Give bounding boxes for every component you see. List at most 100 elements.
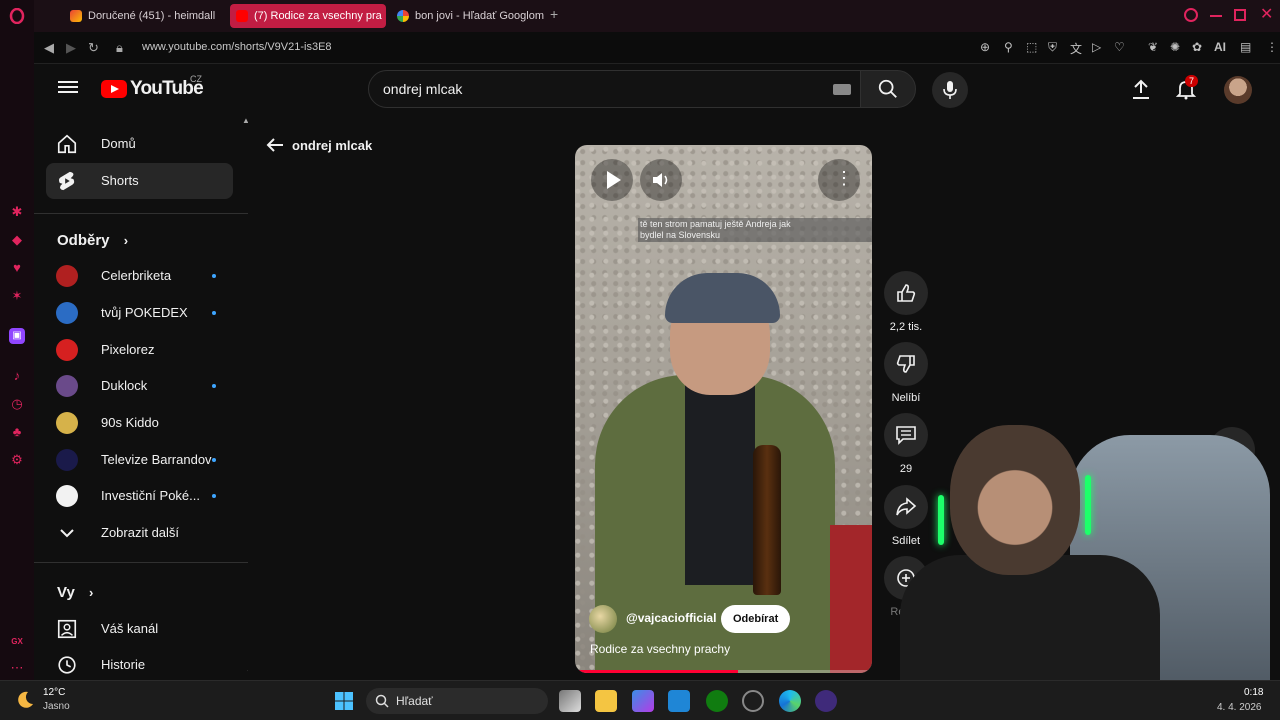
search-tabs-icon[interactable] [1184,8,1198,22]
subscriptions-heading[interactable]: Odběry › [57,232,128,249]
twitch-icon[interactable]: ▣ [9,328,25,344]
file-explorer-icon[interactable] [595,690,617,712]
subscription-item[interactable]: Investiční Poké... [46,478,233,514]
gmail-icon [70,10,82,22]
store-icon[interactable] [632,690,654,712]
progress-bar[interactable] [575,670,872,673]
scroll-down-icon[interactable]: ▼ [246,668,248,677]
chevron-right-icon: › [88,585,94,600]
channel-avatar[interactable] [589,605,617,633]
edge-icon[interactable] [779,690,801,712]
subscription-item[interactable]: Celerbriketa [46,258,233,294]
shield-icon[interactable]: ⛨ [1048,40,1057,55]
webcam-frame [1085,475,1091,535]
windows-start-icon[interactable] [334,691,354,711]
sidebar-app-icon[interactable]: ◆ [9,232,25,248]
taskbar-search[interactable]: Hľadať [366,688,548,714]
translate-icon[interactable]: 文 [1070,40,1082,57]
subscription-item[interactable]: Pixelorez [46,332,233,368]
weather-moon-icon[interactable] [14,689,36,711]
zoom-icon[interactable]: ⊕ [980,40,990,54]
left-navigation: ▲ Domů Shorts Odběry › Celerbriketa tvůj… [34,116,248,680]
hamburger-menu-icon[interactable] [58,78,78,98]
more-options-button[interactable]: ⋮ [818,159,860,201]
keyboard-icon[interactable] [833,84,851,95]
scroll-up-icon[interactable]: ▲ [242,116,248,125]
new-tab-button[interactable]: + [550,6,558,22]
back-icon[interactable]: ◀ [44,40,54,56]
heart-icon[interactable]: ♡ [1114,40,1125,54]
lock-icon: 🔒︎ [116,40,123,55]
back-label: ondrej mlcak [292,138,373,153]
nav-item-shorts[interactable]: Shorts [46,163,233,199]
minimize-icon[interactable] [1210,15,1222,17]
settings-icon[interactable]: ⚙ [9,452,25,468]
youtube-logo-icon[interactable] [101,80,127,98]
video-title[interactable]: Rodice za vsechny prachy [590,642,730,656]
xbox-icon[interactable] [706,690,728,712]
subscribe-button[interactable]: Odebírat [721,605,791,633]
play-button[interactable] [591,159,633,201]
user-avatar[interactable] [1224,76,1252,104]
video-caption: tě ten strom pamatuj ještě Andreja jak b… [638,218,872,242]
app-icon[interactable] [815,690,837,712]
reload-icon[interactable]: ↻ [88,40,99,56]
subscription-item[interactable]: 90s Kiddo [46,405,233,441]
sidebar-app-icon[interactable]: ✶ [9,288,25,304]
tab-youtube[interactable]: (7) Rodice za vsechny pra [230,4,386,28]
nav-item-home[interactable]: Domů [46,126,233,162]
menu-icon[interactable]: ⋮ [1266,40,1278,54]
dislike-label: Nelíbí [891,392,921,404]
like-button[interactable] [884,271,928,315]
dislike-button[interactable] [884,342,928,386]
tab-title: bon jovi - Hľadať Googlom [415,10,545,22]
video-frame [753,445,781,595]
maximize-icon[interactable] [1234,9,1246,21]
subscription-item[interactable]: Duklock [46,368,233,404]
divider [34,213,248,214]
weather-temperature: 12°C [43,687,66,698]
sidebar-app-icon[interactable]: ♣ [9,424,25,440]
history-icon[interactable]: ◷ [9,396,25,412]
close-icon[interactable]: ✕ [1260,4,1273,24]
notification-badge: 7 [1185,75,1199,87]
voice-search-button[interactable] [932,72,968,108]
mail-icon[interactable] [668,690,690,712]
sidebar-toggle-icon[interactable]: ▤ [1240,40,1251,54]
channel-label: Duklock [101,378,148,393]
new-content-dot [212,384,216,388]
sidebar-app-icon[interactable]: ♪ [9,368,25,384]
forward-icon[interactable]: ▶ [66,40,76,56]
channel-avatar [56,449,78,471]
extension-icon[interactable]: ❦ [1148,40,1158,54]
upload-icon[interactable] [1130,78,1152,100]
ai-button[interactable]: AI [1214,40,1226,54]
sidebar-app-icon[interactable]: ✱ [9,204,25,220]
extension-icon[interactable]: ✿ [1192,40,1202,54]
search-input[interactable]: ondrej mlcak ✕ [368,70,898,108]
task-view-icon[interactable] [559,690,581,712]
subscription-item[interactable]: tvůj POKEDEX [46,295,233,331]
opera-gx-icon[interactable] [742,690,764,712]
search-button[interactable] [860,70,916,108]
send-icon[interactable]: ▷ [1092,40,1101,54]
subscription-item[interactable]: Televize Barrandov [46,442,233,478]
taskbar-search-placeholder: Hľadať [396,694,433,708]
opera-logo-icon[interactable] [9,7,25,25]
more-icon[interactable]: ⋯ [9,660,25,676]
extension-icon[interactable]: ✺ [1170,40,1180,54]
volume-button[interactable] [640,159,682,201]
channel-name[interactable]: @vajcaciofficial [626,611,716,625]
tab-gmail[interactable]: Doručené (451) - heimdall [64,4,218,28]
channel-avatar [56,265,78,287]
show-more-button[interactable]: Zobrazit další [46,515,233,551]
snapshot-icon[interactable]: ⬚ [1026,40,1037,54]
you-heading[interactable]: Vy › [57,584,93,601]
nav-item-history[interactable]: Historie [46,647,233,680]
sidebar-app-icon[interactable]: ♥ [9,260,25,276]
short-video-player[interactable]: tě ten strom pamatuj ještě Andreja jak b… [575,145,872,673]
tab-google[interactable]: bon jovi - Hľadať Googlom [391,4,545,28]
nav-item-your-channel[interactable]: Váš kanál [46,611,233,647]
pin-icon[interactable]: ⚲ [1004,40,1013,54]
url-field[interactable]: www.youtube.com/shorts/V9V21-is3E8 [142,41,332,53]
